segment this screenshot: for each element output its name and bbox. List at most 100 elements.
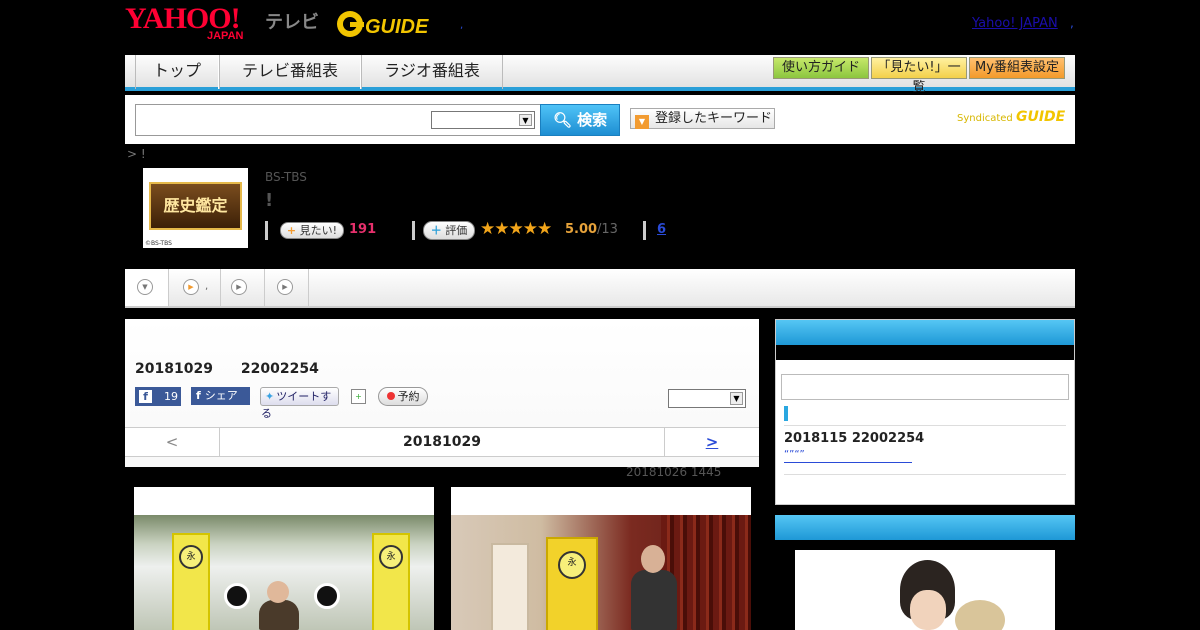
rate-button[interactable]: ＋ 評価	[423, 221, 475, 240]
sidebar-input[interactable]	[781, 374, 1069, 400]
guide-button[interactable]: 使い方ガイド	[773, 57, 869, 79]
episode-photo-card-2[interactable]: 永	[451, 487, 751, 630]
content-tab-4[interactable]: ▶	[265, 269, 309, 306]
nav-tab-tv-schedule[interactable]: テレビ番組表	[219, 55, 361, 89]
crest-icon: 永	[379, 545, 403, 569]
header-dot: ,	[460, 20, 464, 31]
sidebar-header	[776, 320, 1074, 345]
banner-flag: 永	[546, 537, 598, 630]
pager-next-button[interactable]: >	[664, 428, 759, 456]
content-tab-3[interactable]: ▶	[221, 269, 265, 306]
rating-stars: ★★★★★	[480, 219, 552, 239]
plus-icon: ＋	[430, 224, 442, 237]
rate-button-label: 評価	[445, 224, 468, 237]
gguide-logo[interactable]: GUIDE	[335, 8, 431, 40]
record-dot-icon	[386, 392, 395, 400]
main-nav: トップ テレビ番組表 ラジオ番組表 使い方ガイド 「見たい!」一覧 My番組表設…	[125, 55, 1075, 95]
content-tabs: ▼ ▶ , ▶ ▶	[125, 269, 1075, 308]
divider	[412, 221, 415, 240]
content-tab-1[interactable]: ▼	[125, 269, 169, 306]
mitai-button-label: 見たい!	[299, 224, 338, 237]
chevron-down-icon: ▼	[519, 114, 532, 126]
banner-flag: 永	[172, 533, 210, 630]
updated-timestamp: 20181026 1445	[626, 465, 722, 479]
play-icon: ▶	[231, 279, 247, 295]
mitai-list-button[interactable]: 「見たい!」一覧	[871, 57, 967, 95]
facebook-like-button[interactable]: f 19	[135, 387, 181, 406]
sidebar-next-broadcast: 2018115 22002254 “”“”	[775, 319, 1075, 505]
facebook-icon: f	[196, 389, 201, 402]
facebook-share-button[interactable]: f シェア	[191, 387, 250, 405]
divider	[643, 221, 646, 240]
family-crest-icon	[314, 583, 340, 609]
rating-count: /13	[597, 222, 618, 237]
crest-icon: 永	[179, 545, 203, 569]
facebook-share-label: シェア	[204, 389, 238, 402]
play-icon: ▶	[277, 279, 293, 295]
header-dot-right: ,	[1070, 16, 1074, 30]
divider	[784, 425, 1066, 426]
reserve-button[interactable]: 予約	[378, 387, 428, 406]
rating-score: 5.00	[565, 222, 598, 237]
crest-icon: 永	[558, 551, 586, 579]
chevron-down-icon: ▼	[730, 392, 743, 405]
program-thumbnail-title: 歴史鑑定	[149, 182, 242, 230]
person-head	[267, 581, 289, 603]
next-broadcast-datetime: 2018115 22002254	[784, 431, 925, 446]
banner-flag: 永	[372, 533, 410, 630]
yahoo-japan-link[interactable]: Yahoo! JAPAN	[972, 16, 1058, 31]
family-crest-icon	[224, 583, 250, 609]
content-tab-2[interactable]: ▶ ,	[169, 269, 221, 306]
next-broadcast-link[interactable]: “”“”	[784, 450, 912, 463]
reserve-label: 予約	[397, 390, 420, 403]
presenter-head	[641, 545, 665, 573]
portrait-scroll	[491, 543, 529, 630]
registered-keywords-label: 登録したキーワード	[655, 111, 773, 126]
search-button[interactable]: 🔍︎ 検索	[540, 104, 620, 136]
mitai-button[interactable]: + 見たい!	[280, 222, 344, 239]
search-button-label: 検索	[577, 111, 608, 129]
episode-photo-2: 永	[451, 515, 751, 630]
date-pager: < 20181029 >	[125, 427, 759, 457]
triangle-down-icon: ▼	[635, 115, 649, 129]
episode-photo-1: 永 永	[134, 515, 434, 630]
person-figure	[259, 600, 299, 630]
search-category-select[interactable]: ▼	[431, 111, 535, 129]
section-marker	[784, 406, 788, 421]
syndicated-gguide-logo: Syndicated GUIDE	[957, 109, 1065, 125]
tweet-button[interactable]: ✦ ツイートする	[260, 387, 339, 420]
breadcrumb[interactable]: > !	[127, 147, 146, 161]
registered-keywords-button[interactable]: ▼ 登録したキーワード	[630, 108, 775, 129]
pager-prev-button[interactable]: <	[125, 428, 220, 456]
play-icon: ▶	[183, 279, 199, 295]
sidebar-header	[775, 515, 1075, 540]
tv-logo-text[interactable]: テレビ	[265, 8, 319, 34]
chevron-down-icon: ▼	[137, 279, 153, 295]
nav-tab-radio-schedule[interactable]: ラジオ番組表	[361, 55, 503, 89]
sidebar-cast	[775, 515, 1075, 630]
pager-date: 20181029	[403, 434, 481, 450]
calendar-add-icon[interactable]: +	[351, 389, 366, 404]
sidebar-header-band	[776, 345, 1074, 360]
page: YAHOO! JAPAN テレビ GUIDE , Yahoo! JAPAN , …	[0, 0, 1200, 630]
program-title: !	[265, 190, 274, 211]
japan-logo-text: JAPAN	[207, 30, 244, 42]
presenter-figure	[631, 570, 677, 630]
cast-photo[interactable]	[795, 550, 1055, 630]
my-schedule-settings-button[interactable]: My番組表設定	[969, 57, 1065, 79]
nav-tab-top[interactable]: トップ	[135, 55, 219, 89]
gguide-logo-text: GUIDE	[365, 16, 429, 38]
search-icon: 🔍︎	[552, 111, 572, 129]
facebook-icon: f	[139, 390, 152, 403]
channel-name: BS-TBS	[265, 170, 307, 184]
episode-photo-card-1[interactable]: 永 永	[134, 487, 434, 630]
review-count-link[interactable]: 6	[657, 222, 666, 237]
episode-datetime: 20181029 22002254	[135, 361, 319, 377]
yahoo-japan-logo[interactable]: YAHOO! JAPAN	[125, 4, 243, 43]
syndicated-logo-text: GUIDE	[1015, 109, 1066, 125]
plus-icon: +	[286, 224, 297, 237]
episode-select[interactable]: ▼	[668, 389, 746, 408]
search-bar: ▼ 🔍︎ 検索 ▼ 登録したキーワード Syndicated GUIDE	[125, 95, 1075, 144]
twitter-bird-icon: ✦	[265, 390, 275, 403]
program-thumbnail: 歴史鑑定 ©BS-TBS	[143, 168, 248, 248]
